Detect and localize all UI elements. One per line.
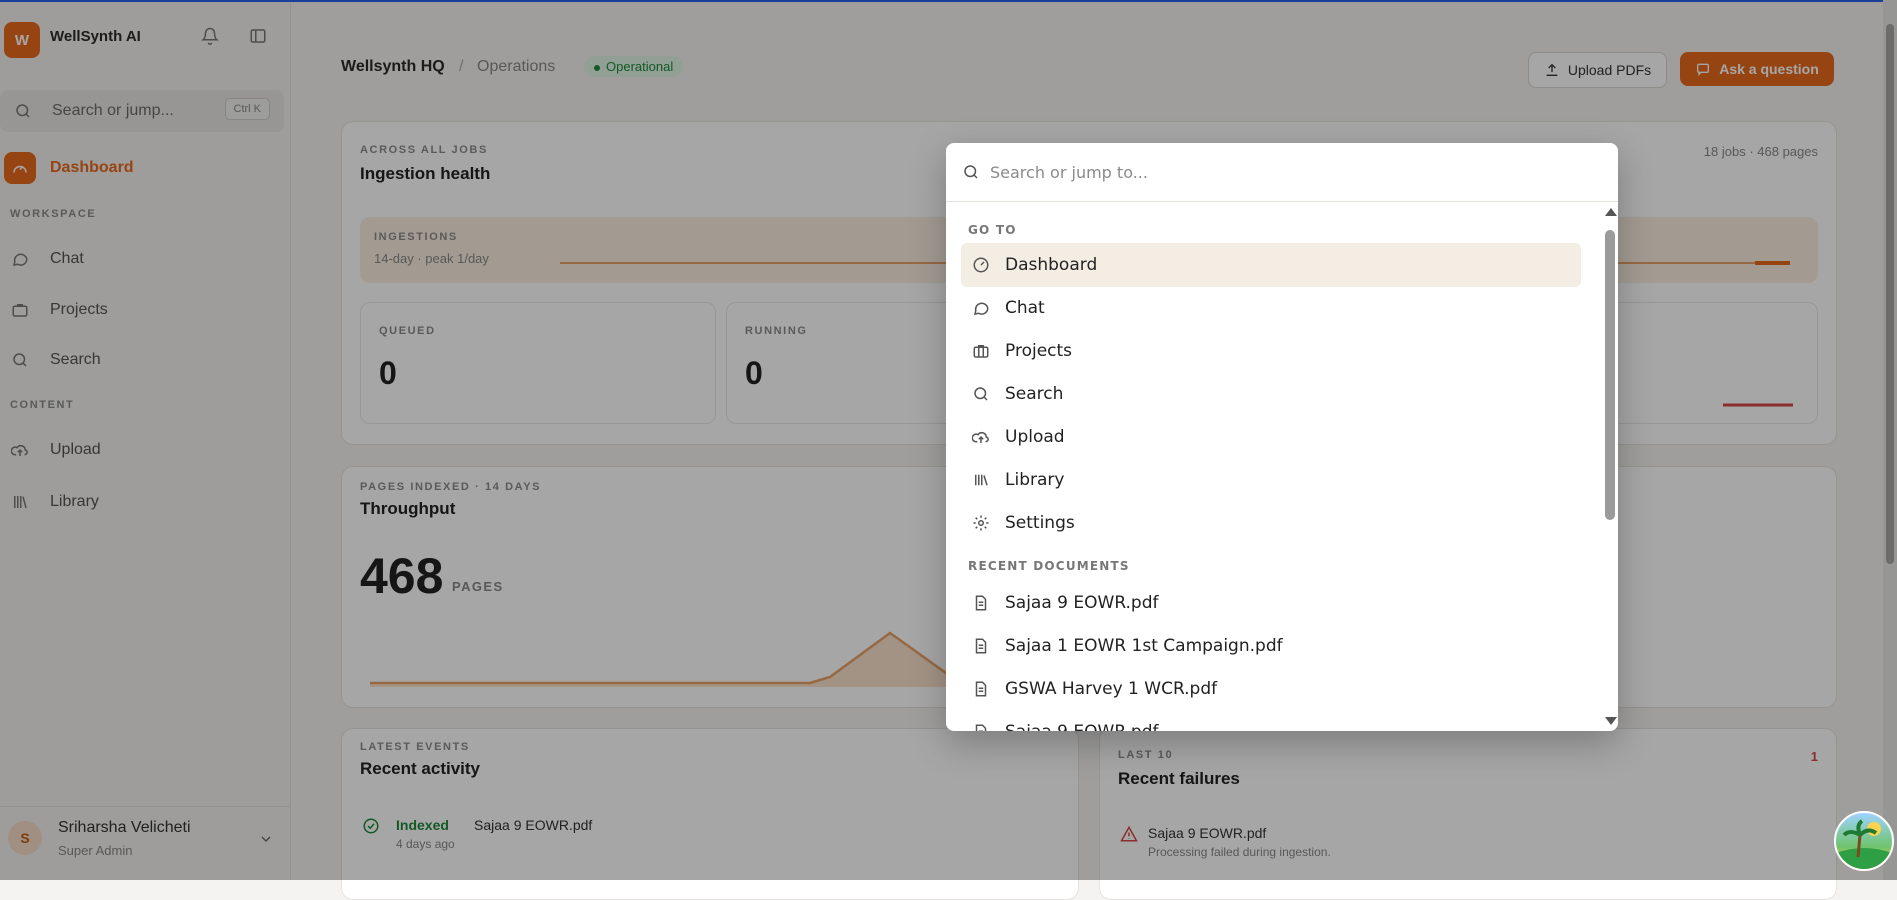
palette-item-projects[interactable]: Projects [961,329,1581,373]
palette-item-label: Settings [1005,513,1075,533]
chat-bubble-icon [971,298,991,318]
palette-item-label: Upload [1005,427,1065,447]
palette-item-label: Sajaa 9 EOWR.pdf [1005,722,1159,731]
scroll-up-arrow-icon[interactable] [1605,208,1617,216]
palette-item-label: Library [1005,470,1065,490]
document-icon [971,679,991,699]
palette-search-input[interactable] [988,155,1592,189]
group-go-to: GO TO [968,223,1017,237]
document-icon [971,593,991,613]
palette-item-library[interactable]: Library [961,458,1581,502]
palette-item-search[interactable]: Search [961,372,1581,416]
palette-item-label: Search [1005,384,1064,404]
cloud-upload-icon [971,427,991,447]
document-icon [971,722,991,731]
palette-item-chat[interactable]: Chat [961,286,1581,330]
palette-results: GO TO Dashboard Chat Projects Search Upl… [946,202,1602,731]
palette-scrollbar-thumb[interactable] [1605,230,1615,520]
palette-search-bar [946,143,1618,202]
palette-item-label: Projects [1005,341,1073,361]
palette-item-label: Sajaa 9 EOWR.pdf [1005,593,1159,613]
palette-recent-doc[interactable]: GSWA Harvey 1 WCR.pdf [961,667,1581,711]
palette-recent-doc[interactable]: Sajaa 1 EOWR 1st Campaign.pdf [961,624,1581,668]
palette-item-upload[interactable]: Upload [961,415,1581,459]
palette-item-settings[interactable]: Settings [961,501,1581,545]
briefcase-icon [971,341,991,361]
library-icon [971,470,991,490]
document-icon [971,636,991,656]
palette-item-label: Dashboard [1005,255,1098,275]
palette-item-label: GSWA Harvey 1 WCR.pdf [1005,679,1218,699]
search-icon [962,163,980,181]
palette-recent-doc[interactable]: Sajaa 9 EOWR.pdf [961,710,1581,731]
gear-icon [971,513,991,533]
group-recent-documents: RECENT DOCUMENTS [968,559,1130,573]
palette-item-label: Chat [1005,298,1045,318]
assistant-avatar[interactable] [1834,811,1894,871]
palette-item-label: Sajaa 1 EOWR 1st Campaign.pdf [1005,636,1283,656]
scroll-down-arrow-icon[interactable] [1605,717,1617,725]
gauge-icon [971,255,991,275]
palette-item-dashboard[interactable]: Dashboard [961,243,1581,287]
palette-scrollbar[interactable] [1602,202,1618,731]
palette-recent-doc[interactable]: Sajaa 9 EOWR.pdf [961,581,1581,625]
command-palette: GO TO Dashboard Chat Projects Search Upl… [946,143,1618,731]
search-icon [971,384,991,404]
